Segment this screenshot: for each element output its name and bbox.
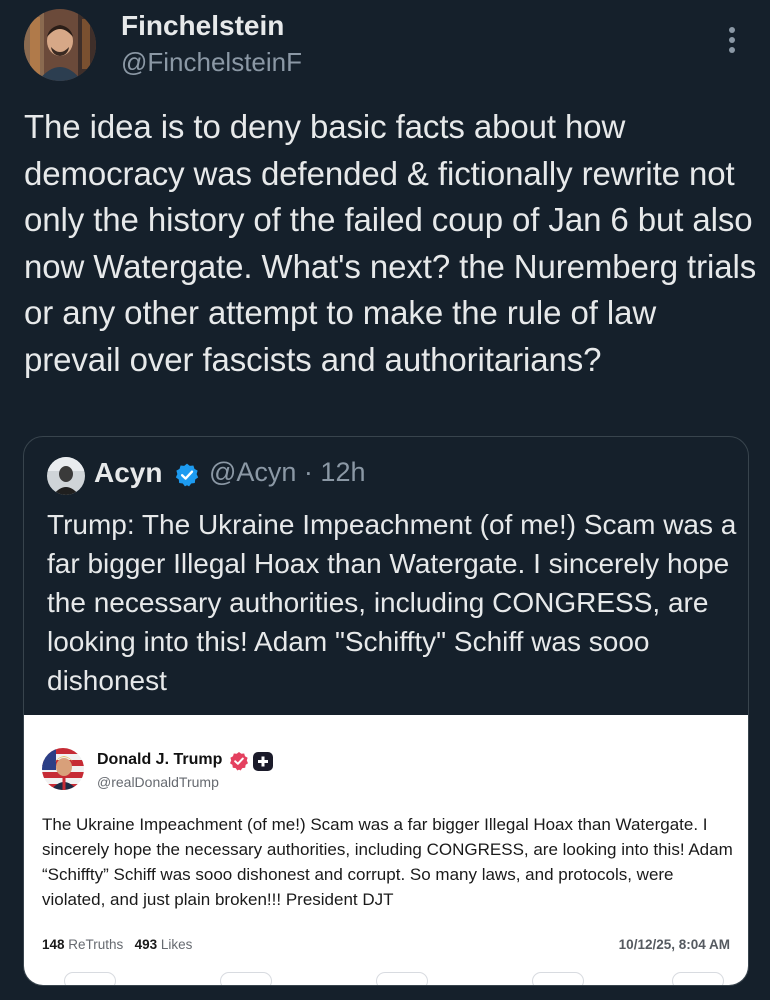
truth-plus-icon <box>253 752 273 771</box>
quoted-post-text: Trump: The Ukraine Impeachment (of me!) … <box>47 509 737 696</box>
retruth-action-pill <box>220 972 272 985</box>
truth-stats: 148 ReTruths 493 Likes <box>42 937 192 952</box>
truth-timestamp: 10/12/25, 8:04 AM <box>618 937 730 952</box>
quoted-author-avatar[interactable] <box>47 457 85 495</box>
truth-author-name: Donald J. Trump <box>97 751 223 768</box>
post-view: Finchelstein @FinchelsteinF The idea is … <box>0 0 770 1000</box>
embedded-truth-screenshot[interactable]: Donald J. Trump @realDonaldTrump The Ukr… <box>24 715 748 985</box>
truth-action-bar <box>24 968 748 985</box>
truth-author-handle: @realDonaldTrump <box>97 774 219 790</box>
truth-post-text: The Ukraine Impeachment (of me!) Scam wa… <box>42 815 733 909</box>
likes-count: 493 <box>134 937 158 952</box>
author-name[interactable]: Finchelstein <box>121 10 284 42</box>
more-action-pill <box>672 972 724 985</box>
quoted-post-card[interactable]: Acyn @Acyn · 12h Trump: The Ukraine Impe… <box>23 436 749 986</box>
post-text: The idea is to deny basic facts about ho… <box>24 108 757 378</box>
share-action-pill <box>532 972 584 985</box>
quoted-handle-time[interactable]: @Acyn · 12h <box>209 457 365 488</box>
likes-label: Likes <box>160 937 193 952</box>
truth-verified-icon <box>230 752 248 771</box>
like-action-pill <box>376 972 428 985</box>
retruths-count: 148 <box>42 937 65 952</box>
author-handle[interactable]: @FinchelsteinF <box>121 47 302 78</box>
author-avatar[interactable] <box>24 9 96 81</box>
more-options-icon[interactable] <box>722 24 742 56</box>
quoted-author-name[interactable]: Acyn <box>94 457 162 489</box>
reply-action-pill <box>64 972 116 985</box>
truth-badges <box>229 751 299 771</box>
verified-badge-icon <box>174 462 200 488</box>
retruths-label: ReTruths <box>68 937 124 952</box>
truth-author-avatar <box>42 748 84 790</box>
